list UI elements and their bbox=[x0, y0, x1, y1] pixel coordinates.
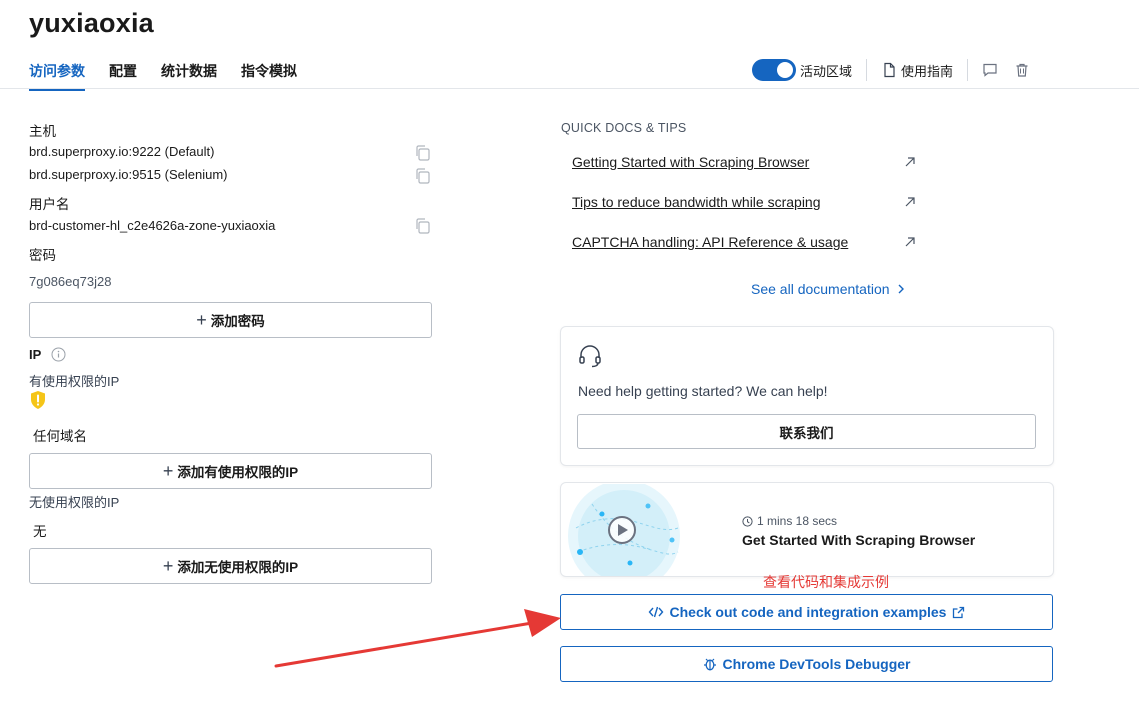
info-icon[interactable] bbox=[51, 347, 66, 362]
see-all-label: See all documentation bbox=[751, 281, 890, 297]
doc-link-getting-started[interactable]: Getting Started with Scraping Browser bbox=[572, 154, 809, 170]
copy-icon[interactable] bbox=[414, 144, 432, 162]
add-denied-ip-label: 添加无使用权限的IP bbox=[177, 560, 299, 575]
host-label: 主机 bbox=[29, 124, 56, 139]
host-selenium: brd.superproxy.io:9515 (Selenium) bbox=[29, 167, 228, 182]
zone-toolbar: 活动区域 使用指南 bbox=[752, 58, 1030, 82]
ip-header: IP bbox=[29, 347, 66, 362]
globe-illustration bbox=[562, 484, 682, 576]
devtools-debugger-button[interactable]: Chrome DevTools Debugger bbox=[560, 646, 1053, 682]
code-icon bbox=[648, 606, 663, 618]
headset-icon bbox=[579, 345, 601, 368]
allowed-ip-label: 有使用权限的IP bbox=[29, 374, 120, 389]
video-duration-text: 1 mins 18 secs bbox=[757, 514, 838, 528]
quick-docs-heading: QUICK DOCS & TIPS bbox=[561, 121, 687, 135]
host-default: brd.superproxy.io:9222 (Default) bbox=[29, 144, 215, 159]
comment-icon[interactable] bbox=[982, 62, 998, 78]
toggle-knob bbox=[777, 62, 793, 78]
external-link-icon bbox=[953, 606, 965, 618]
video-thumbnail[interactable] bbox=[562, 484, 682, 576]
guide-button[interactable]: 使用指南 bbox=[881, 61, 953, 80]
warning-shield-icon bbox=[31, 391, 45, 409]
denied-ip-value: 无 bbox=[33, 524, 47, 539]
external-arrow-icon bbox=[905, 237, 915, 247]
video-card[interactable]: 1 mins 18 secs Get Started With Scraping… bbox=[560, 482, 1054, 577]
contact-us-button[interactable]: 联系我们 bbox=[577, 414, 1036, 449]
annotation-text: 查看代码和集成示例 bbox=[763, 574, 889, 590]
denied-ip-label: 无使用权限的IP bbox=[29, 495, 120, 510]
trash-icon[interactable] bbox=[1014, 62, 1030, 78]
video-title: Get Started With Scraping Browser bbox=[742, 532, 976, 548]
external-arrow-icon bbox=[905, 157, 915, 167]
code-examples-button[interactable]: Check out code and integration examples bbox=[560, 594, 1053, 630]
guide-label: 使用指南 bbox=[901, 63, 954, 79]
add-denied-ip-button[interactable]: + 添加无使用权限的IP bbox=[29, 548, 432, 584]
allowed-ip-value: 任何域名 bbox=[33, 429, 87, 444]
add-allowed-ip-label: 添加有使用权限的IP bbox=[177, 465, 299, 480]
help-text: Need help getting started? We can help! bbox=[578, 383, 828, 399]
tab-access-params[interactable]: 访问参数 bbox=[29, 61, 85, 91]
document-icon bbox=[884, 62, 895, 78]
password-label: 密码 bbox=[29, 248, 56, 263]
code-examples-label: Check out code and integration examples bbox=[669, 604, 947, 620]
see-all-docs-link[interactable]: See all documentation bbox=[751, 281, 906, 297]
video-duration: 1 mins 18 secs bbox=[742, 514, 837, 528]
bug-icon bbox=[703, 658, 716, 671]
active-zone-label: 活动区域 bbox=[800, 63, 853, 79]
doc-link-bandwidth-tips[interactable]: Tips to reduce bandwidth while scraping bbox=[572, 194, 821, 210]
plus-icon: + bbox=[162, 461, 174, 481]
copy-icon[interactable] bbox=[414, 167, 432, 185]
chevron-right-icon bbox=[898, 284, 904, 294]
devtools-label: Chrome DevTools Debugger bbox=[722, 656, 911, 672]
tab-config[interactable]: 配置 bbox=[109, 61, 137, 91]
ip-label: IP bbox=[29, 347, 42, 362]
plus-icon: + bbox=[162, 556, 174, 576]
add-password-label: 添加密码 bbox=[210, 314, 265, 329]
password-value: 7g086eq73j28 bbox=[29, 274, 112, 289]
toolbar-separator bbox=[967, 59, 969, 81]
clock-icon bbox=[742, 515, 753, 527]
tab-bar: 访问参数 配置 统计数据 指令模拟 bbox=[29, 61, 321, 91]
header-divider bbox=[0, 88, 1139, 89]
active-zone-toggle[interactable] bbox=[752, 59, 796, 81]
tab-statistics[interactable]: 统计数据 bbox=[161, 61, 217, 91]
toolbar-separator bbox=[866, 59, 868, 81]
username-value: brd-customer-hl_c2e4626a-zone-yuxiaoxia bbox=[29, 218, 276, 233]
username-label: 用户名 bbox=[29, 197, 70, 212]
external-arrow-icon bbox=[905, 197, 915, 207]
doc-link-captcha[interactable]: CAPTCHA handling: API Reference & usage bbox=[572, 234, 848, 250]
add-allowed-ip-button[interactable]: + 添加有使用权限的IP bbox=[29, 453, 432, 489]
help-card: Need help getting started? We can help! … bbox=[560, 326, 1054, 466]
annotation-arrow bbox=[274, 609, 561, 668]
zone-title: yuxiaoxia bbox=[29, 8, 154, 38]
tab-command-simulation[interactable]: 指令模拟 bbox=[241, 61, 297, 91]
add-password-button[interactable]: + 添加密码 bbox=[29, 302, 432, 338]
plus-icon: + bbox=[196, 310, 207, 330]
copy-icon[interactable] bbox=[414, 217, 432, 235]
